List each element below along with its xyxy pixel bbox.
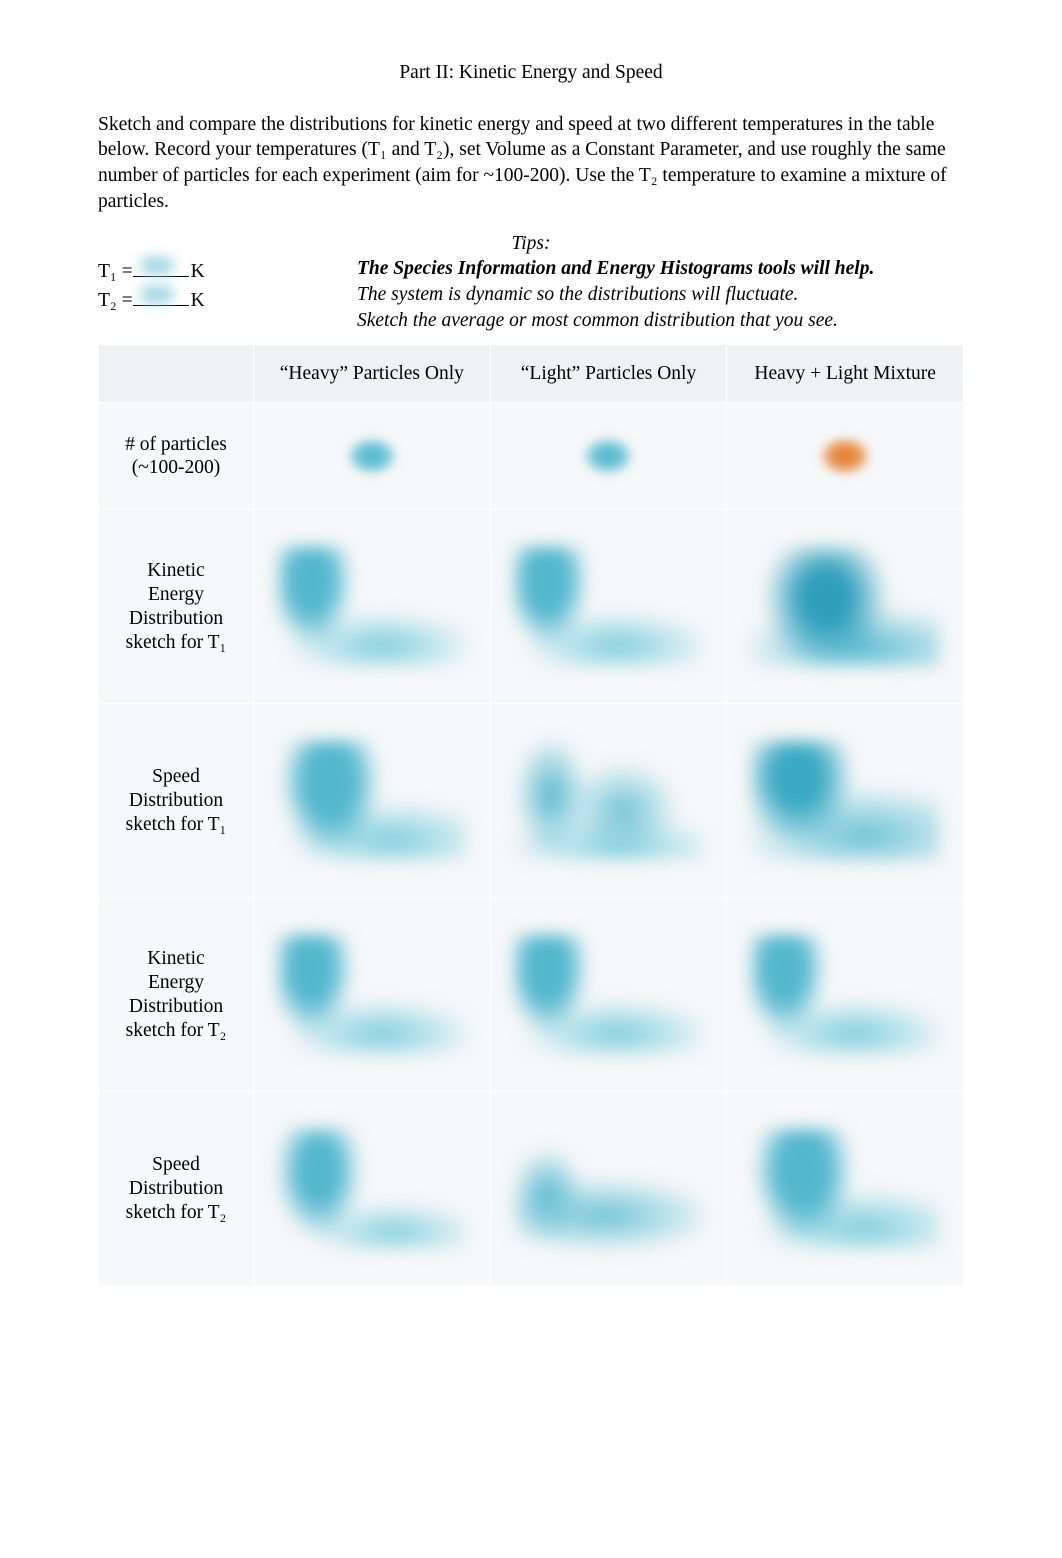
sketch-placeholder xyxy=(513,1129,703,1249)
cell-np-mix xyxy=(727,403,964,510)
cell-ke-t1-heavy xyxy=(254,510,491,704)
t1-value-field[interactable] xyxy=(133,256,189,277)
sketch-placeholder xyxy=(277,935,467,1055)
intro-paragraph: Sketch and compare the distributions for… xyxy=(98,112,964,215)
row-spd-t1: SpeedDistributionsketch for T₁ xyxy=(99,704,964,898)
cell-ke-t1-mix xyxy=(727,510,964,704)
t2-value-field[interactable] xyxy=(133,285,189,306)
cell-spd-t1-mix xyxy=(727,704,964,898)
row-ke-t2: KineticEnergyDistributionsketch for T₂ xyxy=(99,898,964,1092)
tips-body: The Species Information and Energy Histo… xyxy=(357,256,964,333)
section-title: Part II: Kinetic Energy and Speed xyxy=(98,60,964,86)
cell-ke-t2-light xyxy=(490,898,727,1092)
header-light: “Light” Particles Only xyxy=(490,344,727,403)
cell-ke-t2-heavy xyxy=(254,898,491,1092)
row-spd-t2: SpeedDistributionsketch for T₂ xyxy=(99,1092,964,1286)
tips-label: Tips: xyxy=(98,231,964,257)
t1-prefix: T₁ = xyxy=(98,259,133,285)
table-header-row: “Heavy” Particles Only “Light” Particles… xyxy=(99,344,964,403)
t1-line: T₁ = K xyxy=(98,256,323,285)
cell-ke-t2-mix xyxy=(727,898,964,1092)
cell-spd-t2-mix xyxy=(727,1092,964,1286)
cell-ke-t1-light xyxy=(490,510,727,704)
label-spd-t2: SpeedDistributionsketch for T₂ xyxy=(99,1092,254,1286)
sketch-placeholder xyxy=(277,741,467,861)
sketch-placeholder xyxy=(277,1129,467,1249)
cell-spd-t2-heavy xyxy=(254,1092,491,1286)
blur-icon xyxy=(822,439,868,473)
tips-line-2: The system is dynamic so the distributio… xyxy=(357,282,964,308)
header-blank xyxy=(99,344,254,403)
sketch-placeholder xyxy=(513,935,703,1055)
t1-unit: K xyxy=(191,259,205,285)
distribution-table: “Heavy” Particles Only “Light” Particles… xyxy=(98,344,964,1287)
temperature-inputs: T₁ = K T₂ = K xyxy=(98,256,323,313)
cell-spd-t1-heavy xyxy=(254,704,491,898)
cell-np-light xyxy=(490,403,727,510)
t2-unit: K xyxy=(191,288,205,314)
header-heavy: “Heavy” Particles Only xyxy=(254,344,491,403)
header-mixture: Heavy + Light Mixture xyxy=(727,344,964,403)
sketch-placeholder xyxy=(750,1129,940,1249)
cell-spd-t2-light xyxy=(490,1092,727,1286)
sketch-placeholder xyxy=(750,547,940,667)
t2-line: T₂ = K xyxy=(98,285,323,314)
temps-and-tips: T₁ = K T₂ = K The Species Information an… xyxy=(98,256,964,333)
tips-line-3: Sketch the average or most common distri… xyxy=(357,308,964,334)
tips-line-1: The Species Information and Energy Histo… xyxy=(357,256,964,282)
row-num-particles: # of particles(~100-200) xyxy=(99,403,964,510)
sketch-placeholder xyxy=(750,935,940,1055)
blur-icon xyxy=(349,439,395,473)
label-ke-t1: KineticEnergyDistributionsketch for T₁ xyxy=(99,510,254,704)
sketch-placeholder xyxy=(277,547,467,667)
cell-spd-t1-light xyxy=(490,704,727,898)
sketch-placeholder xyxy=(513,547,703,667)
row-ke-t1: KineticEnergyDistributionsketch for T₁ xyxy=(99,510,964,704)
label-num-particles: # of particles(~100-200) xyxy=(99,403,254,510)
label-ke-t2: KineticEnergyDistributionsketch for T₂ xyxy=(99,898,254,1092)
label-spd-t1: SpeedDistributionsketch for T₁ xyxy=(99,704,254,898)
sketch-placeholder xyxy=(513,741,703,861)
t2-prefix: T₂ = xyxy=(98,288,133,314)
sketch-placeholder xyxy=(750,741,940,861)
blur-icon xyxy=(585,439,631,473)
cell-np-heavy xyxy=(254,403,491,510)
